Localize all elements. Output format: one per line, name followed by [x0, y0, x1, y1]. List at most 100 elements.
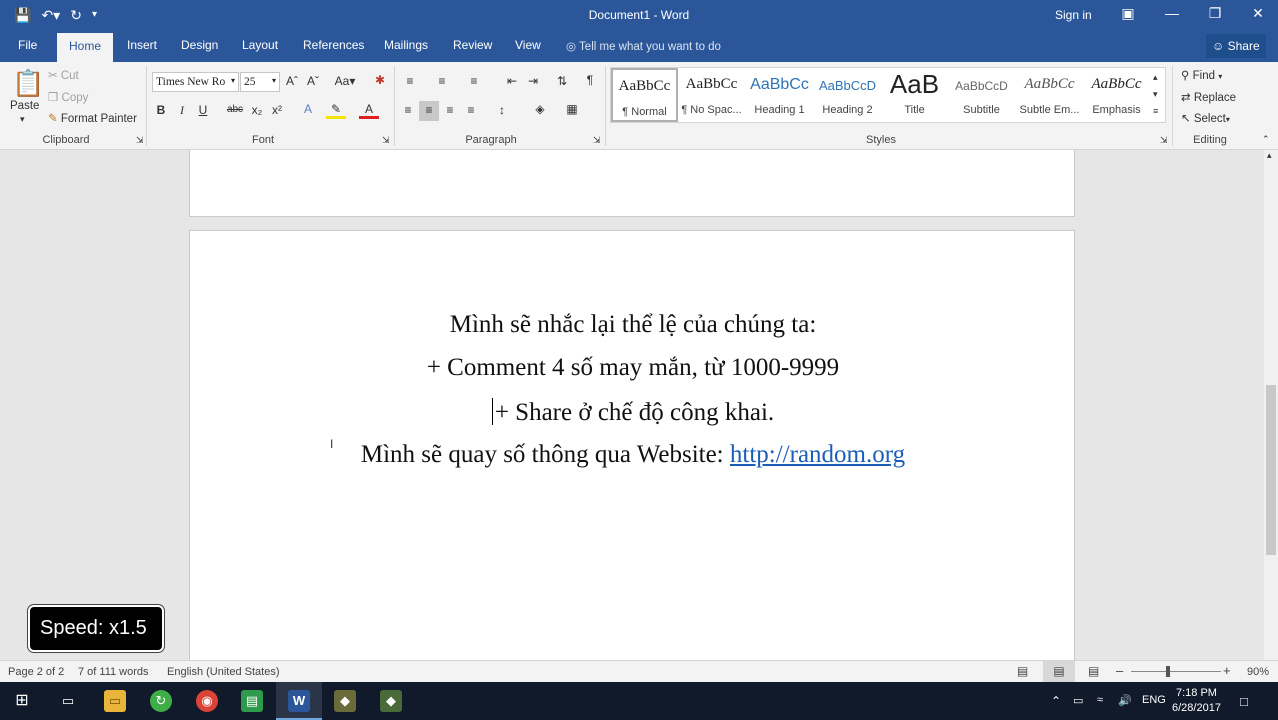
shading-icon[interactable]: ◈ [530, 102, 550, 116]
doc-line-2[interactable]: + Comment 4 số may mắn, từ 1000-9999 [190, 354, 1076, 382]
font-name-combo[interactable]: Times New Ro ▾ [152, 72, 239, 92]
cut-button[interactable]: ✂ Cut [48, 68, 79, 82]
scrollbar-thumb[interactable] [1266, 385, 1276, 555]
tab-review[interactable]: Review [453, 38, 492, 52]
zoom-out-icon[interactable]: – [1116, 663, 1123, 678]
zoom-level[interactable]: 90% [1247, 666, 1269, 678]
text-effects-icon[interactable]: A [298, 102, 318, 116]
grow-font-icon[interactable]: Aˆ [282, 74, 302, 88]
app-green-icon[interactable]: ↻ [150, 690, 172, 712]
paragraph-launcher-icon[interactable]: ⇲ [593, 135, 601, 146]
file-explorer-icon[interactable]: ▭ [104, 690, 126, 712]
read-mode-icon[interactable]: ▤ [1017, 664, 1028, 678]
style-emphasis[interactable]: AaBbCc Emphasis [1083, 68, 1150, 122]
style-subtle-emphasis[interactable]: AaBbCc Subtle Em... [1016, 68, 1083, 122]
zoom-slider[interactable] [1131, 671, 1221, 672]
app-recorder-icon[interactable]: ◆ [380, 690, 402, 712]
bold-icon[interactable]: B [151, 103, 171, 117]
app-chart-icon[interactable]: ▤ [241, 690, 263, 712]
task-view-icon[interactable]: ▭ [57, 690, 79, 712]
tab-references[interactable]: References [303, 38, 364, 52]
highlight-icon[interactable]: ✎ [326, 102, 346, 119]
close-icon[interactable]: ✕ [1248, 5, 1268, 22]
tab-layout[interactable]: Layout [242, 38, 278, 52]
tell-me-box[interactable]: ◎ Tell me what you want to do [566, 39, 721, 53]
word-count[interactable]: 7 of 111 words [78, 666, 149, 678]
superscript-icon[interactable]: x² [267, 103, 287, 117]
language-indicator[interactable]: English (United States) [167, 666, 280, 678]
doc-line-4[interactable]: Mình sẽ quay số thông qua Website: http:… [190, 441, 1076, 469]
clipboard-launcher-icon[interactable]: ⇲ [136, 135, 144, 146]
multilevel-list-icon[interactable]: ≡ [464, 74, 484, 88]
document-page[interactable]: Mình sẽ nhắc lại thể lệ của chúng ta: + … [189, 230, 1075, 660]
style-normal[interactable]: AaBbCc ¶ Normal [611, 68, 678, 122]
style-title[interactable]: AaB Title [881, 68, 948, 122]
tab-mailings[interactable]: Mailings [384, 38, 428, 52]
increase-indent-icon[interactable]: ⇥ [523, 74, 543, 88]
input-language[interactable]: ENG [1142, 694, 1166, 706]
tab-design[interactable]: Design [181, 38, 218, 52]
style-subtitle[interactable]: AaBbCcD Subtitle [948, 68, 1015, 122]
styles-more-icon[interactable]: ≡ [1153, 106, 1158, 116]
document-area[interactable]: Mình sẽ nhắc lại thể lệ của chúng ta: + … [0, 150, 1264, 660]
tab-view[interactable]: View [515, 38, 541, 52]
restore-icon[interactable]: ❐ [1205, 5, 1225, 22]
align-right-icon[interactable]: ≡ [440, 103, 460, 117]
minimize-icon[interactable]: — [1162, 5, 1182, 21]
show-marks-icon[interactable]: ¶ [580, 73, 600, 87]
share-button[interactable]: ☺ Share [1206, 34, 1266, 58]
paste-dropdown-icon[interactable]: ▾ [20, 114, 25, 125]
styles-scroll-down-icon[interactable]: ▾ [1153, 89, 1158, 100]
collapse-ribbon-icon[interactable]: ⌃ [1262, 134, 1270, 145]
tab-insert[interactable]: Insert [127, 38, 157, 52]
vertical-scrollbar[interactable]: ▴ [1264, 150, 1278, 660]
chrome-icon[interactable]: ◉ [196, 690, 218, 712]
numbering-icon[interactable]: ≡ [432, 74, 452, 88]
print-layout-icon[interactable]: ▤ [1043, 661, 1075, 682]
zoom-in-icon[interactable]: + [1223, 663, 1231, 678]
battery-icon[interactable]: ▭ [1073, 694, 1083, 707]
font-launcher-icon[interactable]: ⇲ [382, 135, 390, 146]
bullets-icon[interactable]: ≡ [400, 74, 420, 88]
styles-scroll-up-icon[interactable]: ▴ [1153, 72, 1158, 83]
wifi-icon[interactable]: ≈ [1097, 694, 1103, 706]
replace-button[interactable]: ⇄ Replace [1181, 90, 1236, 104]
styles-launcher-icon[interactable]: ⇲ [1160, 135, 1168, 146]
change-case-button[interactable]: Aa▾ [332, 74, 358, 88]
tab-home[interactable]: Home [57, 33, 114, 62]
clear-formatting-icon[interactable]: ✱ [370, 73, 390, 87]
previous-page[interactable] [189, 150, 1075, 217]
zoom-slider-thumb[interactable] [1166, 666, 1170, 677]
strikethrough-icon[interactable]: abc [225, 104, 245, 115]
sign-in-link[interactable]: Sign in [1055, 8, 1092, 22]
shrink-font-icon[interactable]: Aˇ [303, 74, 323, 88]
find-button[interactable]: ⚲ Find ▾ [1181, 68, 1222, 82]
doc-line-3[interactable]: + Share ở chế độ công khai. [190, 398, 1076, 427]
doc-line-1[interactable]: Mình sẽ nhắc lại thể lệ của chúng ta: [190, 311, 1076, 339]
borders-icon[interactable]: ▦ [562, 102, 582, 116]
copy-button[interactable]: ❐ Copy [48, 90, 88, 104]
line-spacing-icon[interactable]: ↕ [492, 103, 512, 117]
tab-file[interactable]: File [18, 38, 37, 52]
style-heading-2[interactable]: AaBbCcD Heading 2 [814, 68, 881, 122]
paste-button[interactable]: Paste [10, 100, 39, 112]
random-org-link[interactable]: http://random.org [730, 441, 905, 468]
style-heading-1[interactable]: AaBbCc Heading 1 [746, 68, 813, 122]
tray-chevron-icon[interactable]: ⌃ [1051, 694, 1061, 708]
align-center-icon[interactable]: ≡ [419, 101, 439, 121]
format-painter-button[interactable]: ✎ Format Painter [48, 111, 137, 125]
underline-icon[interactable]: U [193, 103, 213, 117]
align-left-icon[interactable]: ≡ [398, 103, 418, 117]
decrease-indent-icon[interactable]: ⇤ [502, 74, 522, 88]
style-no-spacing[interactable]: AaBbCc ¶ No Spac... [678, 68, 745, 122]
windows-start-icon[interactable]: ⊞ [11, 690, 33, 712]
volume-icon[interactable]: 🔊 [1118, 694, 1132, 707]
paste-icon[interactable]: 📋 [12, 68, 44, 99]
page-count[interactable]: Page 2 of 2 [8, 666, 64, 678]
subscript-icon[interactable]: x₂ [247, 103, 267, 117]
font-size-combo[interactable]: 25 ▾ [240, 72, 280, 92]
select-button[interactable]: ↖ Select▾ [1181, 111, 1230, 125]
italic-icon[interactable]: I [172, 103, 192, 118]
sort-icon[interactable]: ⇅ [552, 74, 572, 88]
system-clock[interactable]: 7:18 PM 6/28/2017 [1172, 686, 1221, 716]
